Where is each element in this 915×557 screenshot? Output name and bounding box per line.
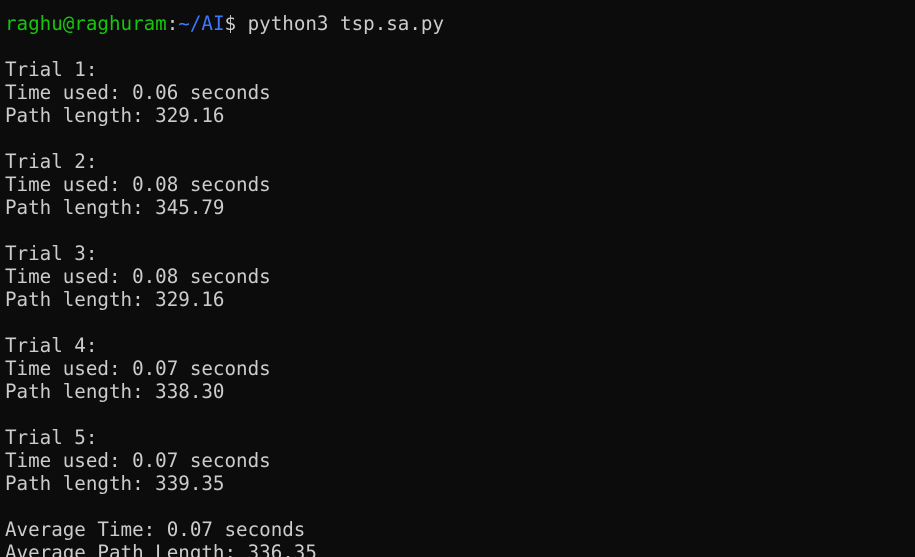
trial-block-2: Trial 2: Time used: 0.08 seconds Path le… bbox=[5, 150, 915, 219]
trial-time: Time used: 0.07 seconds bbox=[5, 357, 271, 380]
terminal-output: raghu@raghuram:~/AI$ python3 tsp.sa.py T… bbox=[5, 0, 915, 557]
trial-path-length: Path length: 345.79 bbox=[5, 196, 225, 219]
trial-time: Time used: 0.06 seconds bbox=[5, 81, 271, 104]
terminal-window[interactable]: raghu@raghuram:~/AI$ python3 tsp.sa.py T… bbox=[0, 0, 915, 557]
summary-block: Average Time: 0.07 seconds Average Path … bbox=[5, 518, 915, 557]
prompt-symbol: $ bbox=[224, 12, 248, 35]
trial-path-length: Path length: 329.16 bbox=[5, 104, 225, 127]
trial-block-5: Trial 5: Time used: 0.07 seconds Path le… bbox=[5, 426, 915, 495]
trial-path-length: Path length: 329.16 bbox=[5, 288, 225, 311]
trial-time: Time used: 0.07 seconds bbox=[5, 449, 271, 472]
trial-header: Trial 4: bbox=[5, 334, 98, 357]
trial-path-length: Path length: 338.30 bbox=[5, 380, 225, 403]
trial-path-length: Path length: 339.35 bbox=[5, 472, 225, 495]
trial-block-3: Trial 3: Time used: 0.08 seconds Path le… bbox=[5, 242, 915, 311]
average-path-length: Average Path Length: 336.35 bbox=[5, 541, 317, 557]
trial-time: Time used: 0.08 seconds bbox=[5, 265, 271, 288]
prompt-command: python3 tsp.sa.py bbox=[247, 12, 445, 35]
prompt-user-host: raghu@raghuram bbox=[5, 12, 167, 35]
trial-time: Time used: 0.08 seconds bbox=[5, 173, 271, 196]
trial-header: Trial 2: bbox=[5, 150, 98, 173]
previous-output-line bbox=[5, 0, 915, 12]
trial-header: Trial 3: bbox=[5, 242, 98, 265]
trial-block-4: Trial 4: Time used: 0.07 seconds Path le… bbox=[5, 334, 915, 403]
command-prompt-line: raghu@raghuram:~/AI$ python3 tsp.sa.py bbox=[5, 12, 915, 35]
prompt-colon: : bbox=[166, 12, 179, 35]
average-time: Average Time: 0.07 seconds bbox=[5, 518, 306, 541]
trial-header: Trial 1: bbox=[5, 58, 98, 81]
prompt-cwd: ~/AI bbox=[178, 12, 225, 35]
trial-header: Trial 5: bbox=[5, 426, 98, 449]
trial-block-1: Trial 1: Time used: 0.06 seconds Path le… bbox=[5, 58, 915, 127]
